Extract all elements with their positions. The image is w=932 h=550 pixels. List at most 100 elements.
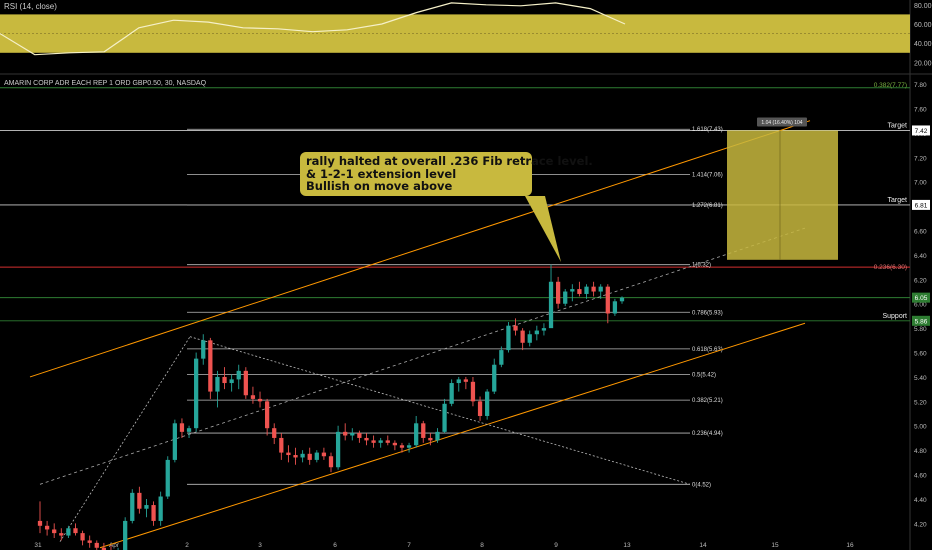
annotation-callout: rally halted at overall .236 Fib retrace… xyxy=(300,152,593,196)
candle-body xyxy=(194,358,199,429)
price-marker-label: 5.86 xyxy=(915,318,928,325)
target-label-1: Target xyxy=(888,122,908,129)
candle-body xyxy=(314,452,319,460)
price-marker-label: 6.81 xyxy=(915,202,928,209)
rsi-title: RSI (14, close) xyxy=(4,2,57,11)
candle-body xyxy=(144,505,149,509)
time-tick-label: 7 xyxy=(407,542,411,549)
time-tick-label: 9 xyxy=(554,542,558,549)
price-tick-label: 6.40 xyxy=(914,253,927,260)
candle-body xyxy=(442,403,447,432)
candle-body xyxy=(44,525,50,530)
price-tick-label: 6.00 xyxy=(914,302,927,309)
candle-body xyxy=(137,492,142,509)
candle-body xyxy=(513,325,518,331)
rsi-tick-label: 60.00 xyxy=(914,22,932,29)
candle-body xyxy=(80,533,85,541)
candle-body xyxy=(286,452,291,456)
candle-body xyxy=(492,364,497,392)
fib-level-label: 0.5(5.42) xyxy=(692,372,716,378)
price-tick-label: 4.40 xyxy=(914,497,927,504)
price-tick-label: 7.60 xyxy=(914,107,927,114)
time-tick-label: 16 xyxy=(846,542,854,549)
candle-body xyxy=(477,401,483,416)
time-tick-label: 8 xyxy=(480,542,484,549)
time-tick-label: 2 xyxy=(185,542,189,549)
price-tick-label: 5.00 xyxy=(914,424,927,431)
fib-level-label: 0(4.52) xyxy=(692,482,711,488)
candle-body xyxy=(52,529,57,534)
candle-body xyxy=(421,423,426,438)
candle-body xyxy=(250,395,256,399)
price-tick-label: 4.20 xyxy=(914,521,927,528)
candle-body xyxy=(321,452,327,457)
candle-body xyxy=(463,379,468,382)
candle-body xyxy=(414,423,419,446)
candle-body xyxy=(272,428,277,438)
candle-body xyxy=(435,431,440,441)
candle-body xyxy=(350,433,355,436)
candle-body xyxy=(151,505,156,521)
candle-body xyxy=(577,289,582,294)
candle-body xyxy=(130,492,135,521)
candle-body xyxy=(506,325,511,351)
fib-level-label: 1.618(7.43) xyxy=(692,127,723,133)
candle-body xyxy=(243,370,248,396)
fib-level-label: 1.414(7.06) xyxy=(692,172,723,178)
rsi-tick-label: 80.00 xyxy=(914,3,932,10)
candle-body xyxy=(555,281,561,304)
candle-body xyxy=(293,455,298,458)
price-tick-label: 7.80 xyxy=(914,82,927,89)
candle-body xyxy=(87,540,92,543)
candle-body xyxy=(59,533,64,536)
candle-body xyxy=(392,442,398,446)
candle-body xyxy=(208,340,213,392)
candle-body xyxy=(527,334,532,343)
price-tick-label: 7.20 xyxy=(914,155,927,162)
candle-body xyxy=(257,398,263,402)
candle-body xyxy=(201,340,206,359)
callout-pointer xyxy=(525,196,561,262)
candle-body xyxy=(73,528,78,534)
candle-body xyxy=(186,428,192,432)
measure-label: 1.04 (16.40%) 104 xyxy=(761,120,802,126)
time-tick-label: 15 xyxy=(771,542,779,549)
channel-midline xyxy=(39,227,806,485)
candle-body xyxy=(264,401,270,429)
candle-body xyxy=(385,440,390,443)
candle-body xyxy=(371,440,376,443)
target-box xyxy=(727,130,838,260)
fib-level-label: 1(6.32) xyxy=(692,263,711,269)
candle-body xyxy=(563,291,568,304)
candle-body xyxy=(37,520,43,526)
candle-body xyxy=(279,437,284,453)
fib-level-label: 0.236(4.94) xyxy=(692,431,723,437)
price-tick-label: 4.60 xyxy=(914,473,927,480)
candle-body xyxy=(236,370,241,380)
candle-body xyxy=(520,330,525,343)
price-marker-label: 7.42 xyxy=(915,128,928,135)
price-tick-label: 5.20 xyxy=(914,399,927,406)
candle-body xyxy=(378,440,383,443)
candle-body xyxy=(172,423,177,460)
price-marker-label: 6.05 xyxy=(915,295,928,302)
candle-body xyxy=(605,286,610,314)
candle-body xyxy=(619,297,625,302)
candle-body xyxy=(94,542,99,548)
time-tick-label: 3 xyxy=(258,542,262,549)
candle-body xyxy=(470,381,476,402)
rsi-tick-label: 40.00 xyxy=(914,41,932,48)
support-label: Support xyxy=(882,313,907,320)
candle-body xyxy=(357,433,362,438)
candle-body xyxy=(428,437,433,441)
candle-body xyxy=(300,453,305,458)
candle-body xyxy=(66,528,71,536)
candle-body xyxy=(449,383,454,404)
time-tick-label: 13 xyxy=(623,542,631,549)
candle-body xyxy=(485,391,490,416)
candle-body xyxy=(222,376,227,384)
candle-body xyxy=(584,286,589,294)
candle-body xyxy=(215,376,220,392)
fib-level-label: 0.382(5.21) xyxy=(692,398,723,404)
candle-body xyxy=(548,281,554,329)
